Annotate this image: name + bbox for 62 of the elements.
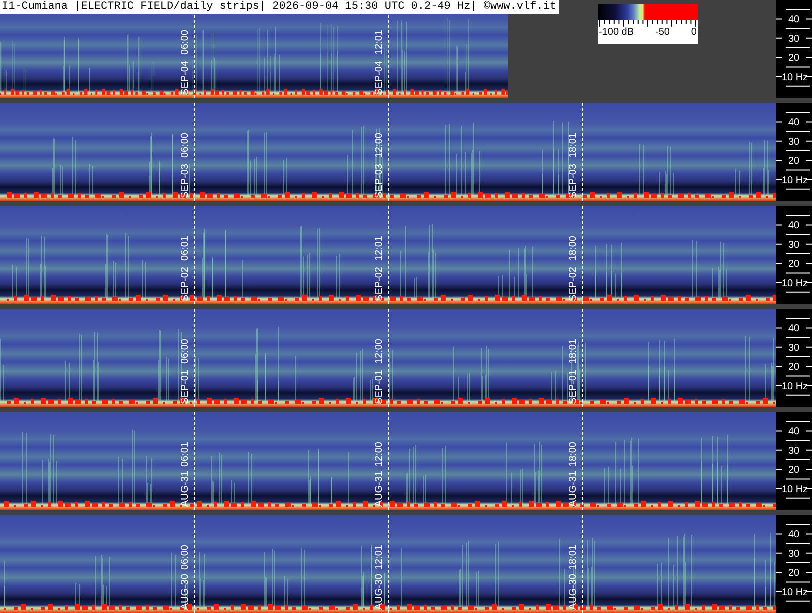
date-label: SEP-01 xyxy=(568,370,580,404)
date-label: AUG-31 xyxy=(568,470,580,507)
axis-label: 30 xyxy=(788,136,800,148)
axis-label: 40 xyxy=(788,14,800,26)
time-label: 18:00 xyxy=(568,442,580,468)
axis-label: 20 xyxy=(788,259,800,270)
scale-label: -50 xyxy=(656,27,670,39)
date-label: SEP-03 xyxy=(180,164,192,198)
axis-label: 30 xyxy=(788,342,800,354)
date-label: AUG-30 xyxy=(568,574,580,610)
axis-label: 30 xyxy=(788,548,800,560)
axis-label: 30 xyxy=(788,34,800,45)
axis-label: 40 xyxy=(788,530,800,541)
time-label: 18:01 xyxy=(568,133,580,158)
time-label: 06:00 xyxy=(180,545,192,570)
time-label: 06:01 xyxy=(180,236,192,262)
time-label: 12:00 xyxy=(374,339,386,364)
axis-label: 10 Hz xyxy=(782,587,808,598)
chart-title: I1-Cumiana |ELECTRIC FIELD/daily strips| 2026-09-04 15:30 UTC 0.2-49 Hz| ©www.vlf.it xyxy=(0,0,558,14)
date-label: SEP-03 xyxy=(568,164,580,198)
scale-label: -100 dB xyxy=(599,27,634,39)
date-label: SEP-04 xyxy=(374,60,386,95)
axis-label: 20 xyxy=(788,156,800,168)
scale-label: 0 xyxy=(691,27,697,39)
date-label: SEP-02 xyxy=(568,266,580,301)
axis-label: 10 Hz xyxy=(782,484,808,496)
date-label: AUG-30 xyxy=(374,574,386,610)
time-label: 18:01 xyxy=(568,545,580,570)
axis-label: 30 xyxy=(788,446,800,457)
time-label: 06:00 xyxy=(180,30,192,56)
time-label: 12:01 xyxy=(374,545,386,570)
axis-label: 20 xyxy=(788,465,800,476)
axis-label: 40 xyxy=(788,426,800,438)
time-label: 12:01 xyxy=(374,30,386,56)
date-label: AUG-30 xyxy=(180,574,192,610)
date-label: SEP-01 xyxy=(180,370,192,404)
axis-label: 10 Hz xyxy=(782,72,808,84)
time-label: 12:01 xyxy=(374,236,386,262)
axis-label: 30 xyxy=(788,240,800,251)
time-label: 18:01 xyxy=(568,339,580,364)
axis-label: 10 Hz xyxy=(782,175,808,186)
date-label: SEP-02 xyxy=(374,266,386,301)
time-label: 06:01 xyxy=(180,442,192,468)
time-label: 12:00 xyxy=(374,133,386,158)
axis-label: 20 xyxy=(788,53,800,64)
date-label: AUG-31 xyxy=(374,470,386,507)
time-label: 12:00 xyxy=(374,442,386,468)
axis-label: 10 Hz xyxy=(782,278,808,290)
date-label: SEP-04 xyxy=(180,60,192,95)
date-label: SEP-02 xyxy=(180,266,192,301)
axis-label: 40 xyxy=(788,324,800,335)
axis-label: 10 Hz xyxy=(782,381,808,392)
date-label: SEP-03 xyxy=(374,164,386,198)
axis-label: 40 xyxy=(788,118,800,129)
axis-label: 20 xyxy=(788,568,800,580)
axis-label: 40 xyxy=(788,220,800,232)
time-label: 06:00 xyxy=(180,339,192,364)
axis-label: 20 xyxy=(788,362,800,374)
date-label: AUG-31 xyxy=(180,470,192,507)
time-label: 18:00 xyxy=(568,236,580,262)
time-label: 06:00 xyxy=(180,133,192,158)
date-label: SEP-01 xyxy=(374,370,386,404)
